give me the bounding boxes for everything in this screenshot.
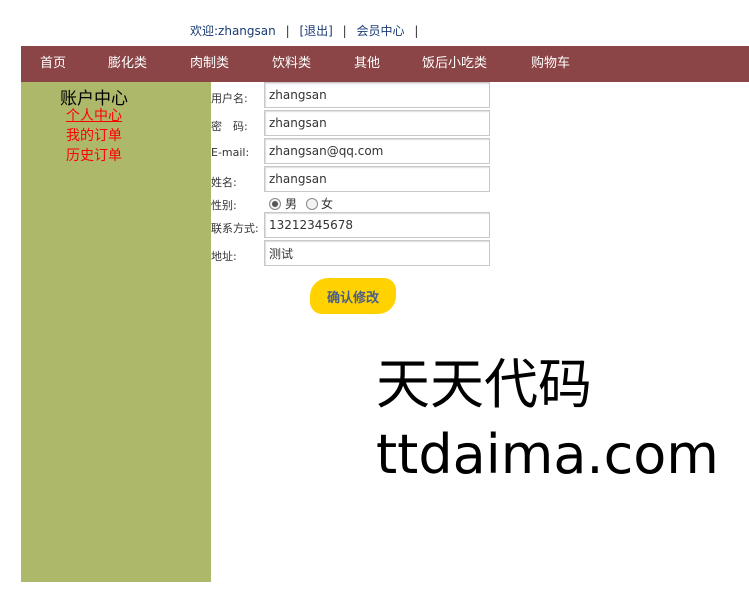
gender-label: 性别: bbox=[211, 199, 237, 212]
password-input[interactable] bbox=[264, 110, 490, 136]
topbar-separator: | bbox=[342, 24, 347, 38]
watermark-line-2: ttdaima.com bbox=[376, 423, 719, 486]
address-label: 地址: bbox=[211, 250, 237, 263]
welcome-user-link[interactable]: 欢迎:zhangsan bbox=[190, 24, 276, 38]
email-label: E-mail: bbox=[211, 146, 250, 159]
gender-row: 性别: 男 女 bbox=[211, 194, 501, 212]
email-input[interactable] bbox=[264, 138, 490, 164]
sidebar-item-personal-center[interactable]: 个人中心 bbox=[66, 105, 122, 125]
sidebar-item-order-history[interactable]: 历史订单 bbox=[66, 145, 122, 165]
nav-item-home[interactable]: 首页 bbox=[40, 46, 66, 82]
gender-female-radio[interactable] bbox=[306, 198, 318, 210]
nav-item-puffed[interactable]: 膨化类 bbox=[108, 46, 147, 82]
main-nav: 首页 膨化类 肉制类 饮料类 其他 饭后小吃类 购物车 bbox=[21, 46, 749, 82]
password-label: 密 码: bbox=[211, 120, 248, 133]
nav-item-meat[interactable]: 肉制类 bbox=[190, 46, 229, 82]
topbar: 欢迎:zhangsan | [退出] | 会员中心 | bbox=[190, 22, 424, 39]
confirm-edit-button[interactable]: 确认修改 bbox=[310, 278, 396, 314]
watermark-line-1: 天天代码 bbox=[376, 353, 592, 416]
username-label: 用户名: bbox=[211, 92, 248, 105]
address-row: 地址: bbox=[211, 240, 501, 268]
topbar-separator: | bbox=[285, 24, 290, 38]
gender-male-radio[interactable] bbox=[269, 198, 281, 210]
phone-input[interactable] bbox=[264, 212, 490, 238]
sidebar-item-my-orders[interactable]: 我的订单 bbox=[66, 125, 122, 145]
nav-item-cart[interactable]: 购物车 bbox=[531, 46, 570, 82]
member-center-link[interactable]: 会员中心 bbox=[357, 24, 405, 38]
account-sidebar: 账户中心 个人中心 我的订单 历史订单 bbox=[21, 82, 211, 582]
password-row: 密 码: bbox=[211, 110, 501, 138]
nav-item-drinks[interactable]: 饮料类 bbox=[272, 46, 311, 82]
phone-row: 联系方式: bbox=[211, 212, 501, 240]
username-input[interactable] bbox=[264, 82, 490, 108]
watermark: 天天代码 ttdaima.com bbox=[376, 350, 719, 490]
username-row: 用户名: bbox=[211, 82, 501, 110]
name-row: 姓名: bbox=[211, 166, 501, 194]
phone-label: 联系方式: bbox=[211, 222, 259, 235]
name-input[interactable] bbox=[264, 166, 490, 192]
address-input[interactable] bbox=[264, 240, 490, 266]
topbar-separator: | bbox=[414, 24, 419, 38]
page: 欢迎:zhangsan | [退出] | 会员中心 | 首页 膨化类 肉制类 饮… bbox=[0, 0, 749, 606]
gender-male-label: 男 bbox=[285, 197, 298, 211]
nav-item-other[interactable]: 其他 bbox=[354, 46, 380, 82]
gender-female-label: 女 bbox=[321, 197, 334, 211]
logout-link[interactable]: [退出] bbox=[299, 24, 332, 38]
email-row: E-mail: bbox=[211, 138, 501, 166]
nav-item-snacks[interactable]: 饭后小吃类 bbox=[422, 46, 487, 82]
name-label: 姓名: bbox=[211, 176, 237, 189]
